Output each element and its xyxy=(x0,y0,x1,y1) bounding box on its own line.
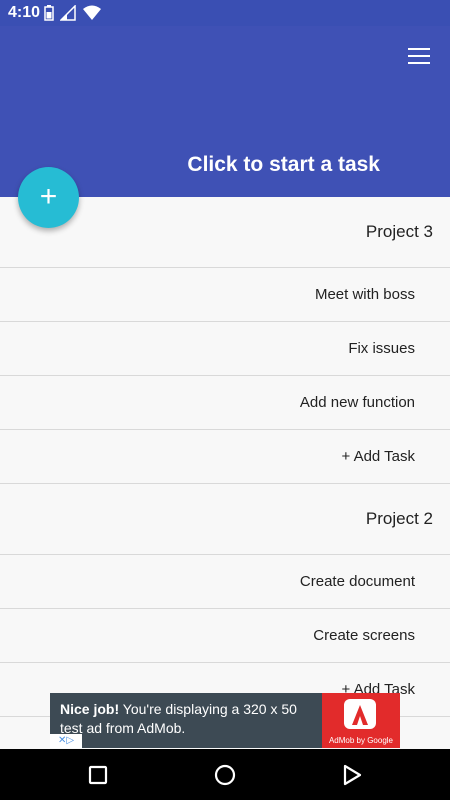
status-icons xyxy=(44,5,102,21)
task-row[interactable]: Create screens xyxy=(0,609,450,663)
task-row[interactable]: Create document xyxy=(0,555,450,609)
home-icon[interactable] xyxy=(214,764,236,786)
ad-brand: AdMob by Google xyxy=(328,736,394,745)
add-project-button[interactable]: + xyxy=(18,167,79,228)
project-header[interactable]: Project 2 xyxy=(0,484,450,555)
admob-logo: AdMob by Google xyxy=(322,693,400,748)
adchoices-icon[interactable]: ✕▷ xyxy=(50,734,82,748)
cellular-signal-icon xyxy=(60,5,76,21)
task-row[interactable]: Meet with boss xyxy=(0,268,450,322)
navigation-bar xyxy=(0,749,450,800)
back-icon[interactable] xyxy=(341,764,363,786)
status-time: 4:10 xyxy=(8,4,41,21)
page-title[interactable]: Click to start a task xyxy=(187,153,380,177)
battery-icon xyxy=(44,5,54,21)
wifi-icon xyxy=(83,5,101,20)
admob-logo-icon xyxy=(344,699,376,729)
ad-headline: Nice job! xyxy=(60,701,120,717)
recent-apps-icon[interactable] xyxy=(87,764,109,786)
ad-text: Nice job! You're displaying a 320 x 50 t… xyxy=(60,700,322,738)
menu-icon[interactable] xyxy=(408,48,430,64)
ad-banner[interactable]: Nice job! You're displaying a 320 x 50 t… xyxy=(50,693,400,748)
project-list: Project 3 Meet with boss Fix issues Add … xyxy=(0,197,450,749)
app-bar: Click to start a task xyxy=(0,26,450,197)
task-row[interactable]: Fix issues xyxy=(0,322,450,376)
task-row[interactable]: Add new function xyxy=(0,376,450,430)
add-task-button[interactable]: + Add Task xyxy=(0,430,450,484)
status-bar: 4:10 xyxy=(0,0,450,26)
